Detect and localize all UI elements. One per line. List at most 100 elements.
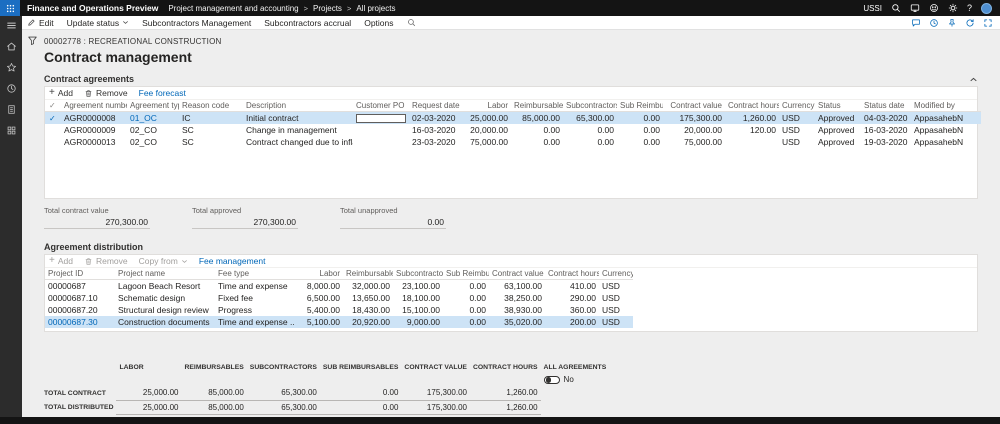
cell-sub-reimbursables[interactable]: 0.00: [617, 112, 663, 125]
cell-labor[interactable]: 6,500.00: [295, 292, 343, 304]
cell-fee-type[interactable]: Progress: [215, 304, 295, 316]
column-header-agreement-type[interactable]: Agreement type: [127, 100, 179, 112]
cell-subcontractors[interactable]: 18,100.00: [393, 292, 443, 304]
column-header-agreement-number[interactable]: Agreement number ↑: [61, 100, 127, 112]
agreement-row[interactable]: AGR000000902_COSCChange in management16-…: [45, 124, 981, 136]
column-header-contract-hours[interactable]: Contract hours: [545, 268, 599, 280]
cell-subcontractors[interactable]: 23,100.00: [393, 280, 443, 293]
column-header-status-date[interactable]: Status date: [861, 100, 911, 112]
cell-customer-po[interactable]: [353, 112, 409, 125]
cell-status-date[interactable]: 19-03-2020: [861, 136, 911, 148]
cell-reimbursables[interactable]: 0.00: [511, 124, 563, 136]
cell-sub-reimbursables[interactable]: 0.00: [617, 136, 663, 148]
cell-currency[interactable]: USD: [599, 316, 633, 328]
cell-contract-hours[interactable]: [725, 136, 779, 148]
column-header-customer-po[interactable]: Customer PO: [353, 100, 409, 112]
row-checkbox[interactable]: [45, 136, 61, 148]
nav-home-button[interactable]: [4, 40, 18, 53]
waffle-menu-button[interactable]: [0, 0, 20, 16]
cell-project-name[interactable]: Lagoon Beach Resort: [115, 280, 215, 293]
cell-status[interactable]: Approved: [815, 136, 861, 148]
distribution-remove-button[interactable]: Remove: [84, 256, 128, 266]
cell-agreement-type[interactable]: 01_OC: [127, 112, 179, 125]
cell-labor[interactable]: 20,000.00: [463, 124, 511, 136]
cell-subcontractors[interactable]: 15,100.00: [393, 304, 443, 316]
cell-modified-by[interactable]: AppasahebN: [911, 112, 981, 125]
cell-currency[interactable]: USD: [599, 280, 633, 293]
company-picker[interactable]: USSI: [863, 4, 882, 13]
column-header-labor[interactable]: Labor: [463, 100, 511, 112]
nav-worklist-button[interactable]: [4, 103, 18, 116]
cell-subcontractors[interactable]: 9,000.00: [393, 316, 443, 328]
refresh-icon[interactable]: [965, 18, 975, 28]
column-header-reimbursables[interactable]: Reimbursables: [511, 100, 563, 112]
cell-sub-reimbursables[interactable]: 0.00: [443, 316, 489, 328]
cell-sub-reimbursables[interactable]: 0.00: [443, 292, 489, 304]
cell-reimbursables[interactable]: 85,000.00: [511, 112, 563, 125]
breadcrumb-module[interactable]: Project management and accounting: [168, 4, 298, 13]
cell-description[interactable]: Change in management: [243, 124, 353, 136]
cell-agreement-number[interactable]: AGR0000009: [61, 124, 127, 136]
column-header-fee-type[interactable]: Fee type: [215, 268, 295, 280]
cell-status[interactable]: Approved: [815, 112, 861, 125]
column-header-sub-reimbursables[interactable]: Sub Reimbur...: [443, 268, 489, 280]
column-header-subcontractors[interactable]: Subcontractors: [393, 268, 443, 280]
column-header-labor[interactable]: Labor: [295, 268, 343, 280]
cell-contract-hours[interactable]: 360.00: [545, 304, 599, 316]
cell-description[interactable]: Initial contract: [243, 112, 353, 125]
distribution-row[interactable]: 00000687Lagoon Beach ResortTime and expe…: [45, 280, 633, 293]
conversations-icon[interactable]: [911, 18, 921, 28]
cell-contract-value[interactable]: 75,000.00: [663, 136, 725, 148]
agreements-remove-button[interactable]: Remove: [84, 88, 128, 98]
cell-status[interactable]: Approved: [815, 124, 861, 136]
cell-project-id[interactable]: 00000687.10: [45, 292, 115, 304]
cell-project-id[interactable]: 00000687: [45, 280, 115, 293]
column-header-contract-value[interactable]: Contract value: [489, 268, 545, 280]
column-header-currency[interactable]: Currency: [599, 268, 633, 280]
cell-contract-value[interactable]: 63,100.00: [489, 280, 545, 293]
column-header-subcontractors[interactable]: Subcontractors: [563, 100, 617, 112]
column-header-project-id[interactable]: Project ID: [45, 268, 115, 280]
cell-fee-type[interactable]: Fixed fee: [215, 292, 295, 304]
subcontractors-management-button[interactable]: Subcontractors Management: [142, 18, 251, 28]
column-header-contract-hours[interactable]: Contract hours: [725, 100, 779, 112]
cell-contract-value[interactable]: 38,930.00: [489, 304, 545, 316]
cell-contract-hours[interactable]: 200.00: [545, 316, 599, 328]
all-agreements-toggle[interactable]: [544, 376, 560, 384]
nav-modules-button[interactable]: [4, 124, 18, 137]
column-header-request-date[interactable]: Request date: [409, 100, 463, 112]
collapse-chevron-up-icon[interactable]: [969, 75, 978, 84]
cell-subcontractors[interactable]: 0.00: [563, 136, 617, 148]
cell-project-id[interactable]: 00000687.30: [45, 316, 115, 328]
cell-description[interactable]: Contract changed due to infla...: [243, 136, 353, 148]
breadcrumb-page[interactable]: All projects: [356, 4, 395, 13]
cell-reimbursables[interactable]: 13,650.00: [343, 292, 393, 304]
agreements-add-button[interactable]: + Add: [49, 88, 73, 98]
cell-contract-value[interactable]: 20,000.00: [663, 124, 725, 136]
cell-modified-by[interactable]: AppasahebN: [911, 136, 981, 148]
cell-currency[interactable]: USD: [599, 292, 633, 304]
cell-project-name[interactable]: Schematic design: [115, 292, 215, 304]
cell-labor[interactable]: 75,000.00: [463, 136, 511, 148]
distribution-row[interactable]: 00000687.10Schematic designFixed fee6,50…: [45, 292, 633, 304]
edit-button[interactable]: Edit: [27, 18, 54, 28]
column-header-sub-reimbursables[interactable]: Sub Reimbur...: [617, 100, 663, 112]
monitor-icon[interactable]: [910, 3, 920, 13]
cell-modified-by[interactable]: AppasahebN: [911, 124, 981, 136]
cell-reimbursables[interactable]: 32,000.00: [343, 280, 393, 293]
cell-labor[interactable]: 8,000.00: [295, 280, 343, 293]
cell-reimbursables[interactable]: 18,430.00: [343, 304, 393, 316]
user-avatar[interactable]: [981, 3, 992, 14]
nav-recent-button[interactable]: [4, 82, 18, 95]
customer-po-input[interactable]: [356, 114, 406, 123]
cell-request-date[interactable]: 23-03-2020: [409, 136, 463, 148]
column-header-status[interactable]: Status: [815, 100, 861, 112]
nav-hamburger-button[interactable]: [4, 19, 18, 32]
cell-fee-type[interactable]: Time and expense: [215, 280, 295, 293]
distribution-row[interactable]: 00000687.20Structural design reviewProgr…: [45, 304, 633, 316]
cell-sub-reimbursables[interactable]: 0.00: [443, 304, 489, 316]
cell-project-name[interactable]: Construction documents: [115, 316, 215, 328]
cell-request-date[interactable]: 02-03-2020: [409, 112, 463, 125]
cell-reimbursables[interactable]: 20,920.00: [343, 316, 393, 328]
cell-reason-code[interactable]: IC: [179, 112, 243, 125]
